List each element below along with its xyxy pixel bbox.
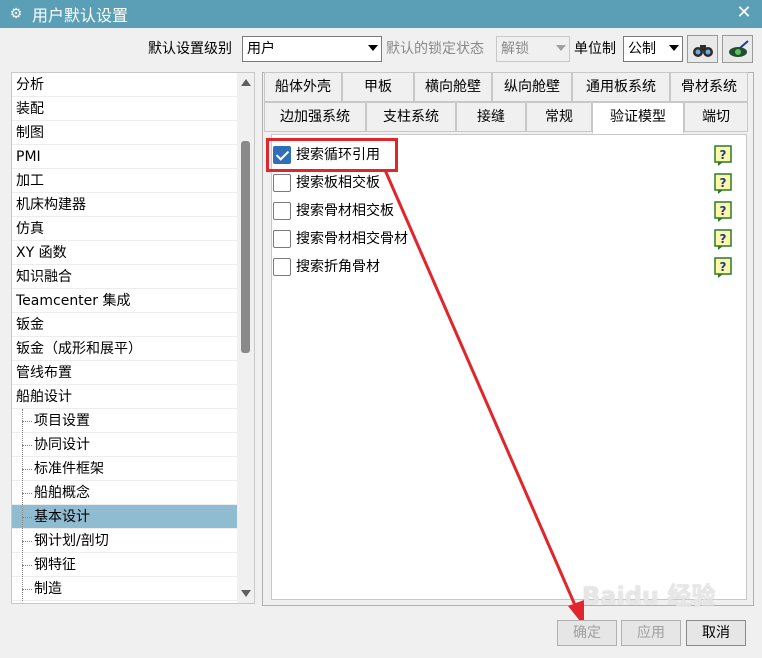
- apply-button[interactable]: 应用: [621, 620, 681, 646]
- cancel-button[interactable]: 取消: [686, 620, 746, 646]
- ok-button[interactable]: 确定: [557, 620, 617, 646]
- watermark: Baidu 经验: [582, 582, 716, 610]
- annotation-arrow: [383, 169, 584, 626]
